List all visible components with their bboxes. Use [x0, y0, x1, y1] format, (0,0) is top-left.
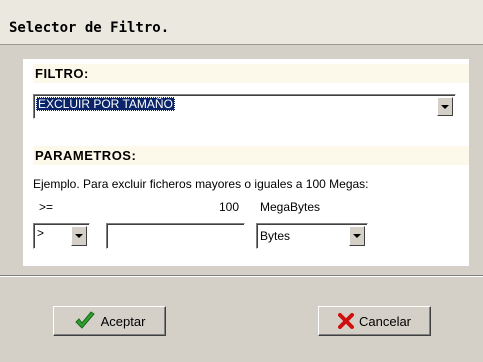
title-bar[interactable]: Selector de Filtro.: [0, 0, 483, 45]
chevron-down-icon: [75, 234, 83, 238]
parametros-header: PARAMETROS:: [33, 146, 469, 165]
filtro-header: FILTRO:: [33, 64, 469, 83]
value-input[interactable]: [106, 223, 245, 249]
accept-label: Aceptar: [100, 313, 146, 329]
operator-select[interactable]: >: [33, 223, 90, 249]
filter-panel: FILTRO: EXCLUIR POR TAMAÑO PARAMETROS: E…: [23, 59, 469, 266]
filter-type-value: EXCLUIR POR TAMAÑO: [36, 97, 175, 111]
filter-type-select[interactable]: EXCLUIR POR TAMAÑO: [33, 94, 456, 119]
unit-select[interactable]: Bytes: [256, 223, 368, 249]
parametros-label: PARAMETROS:: [35, 148, 137, 163]
filtro-label: FILTRO:: [35, 66, 89, 81]
chevron-down-icon: [353, 234, 361, 238]
x-icon: [337, 313, 354, 329]
operator-dropdown-button[interactable]: [71, 226, 87, 246]
cancel-button[interactable]: Cancelar: [318, 306, 431, 336]
unit-dropdown-button[interactable]: [349, 226, 365, 246]
window-title: Selector de Filtro.: [9, 20, 170, 36]
filter-type-dropdown-button[interactable]: [437, 97, 453, 116]
example-unit: MegaBytes: [260, 200, 321, 214]
chevron-down-icon: [441, 104, 449, 109]
footer-separator: [0, 275, 483, 277]
cancel-label: Cancelar: [358, 313, 412, 329]
operator-value: >: [37, 226, 45, 240]
example-operator: >=: [39, 200, 54, 214]
example-value: 100: [219, 200, 240, 214]
unit-value: Bytes: [260, 229, 291, 243]
checkmark-icon: [74, 311, 96, 331]
example-text: Ejemplo. Para excluir ficheros mayores o…: [33, 177, 369, 191]
accept-button[interactable]: Aceptar: [53, 306, 166, 336]
